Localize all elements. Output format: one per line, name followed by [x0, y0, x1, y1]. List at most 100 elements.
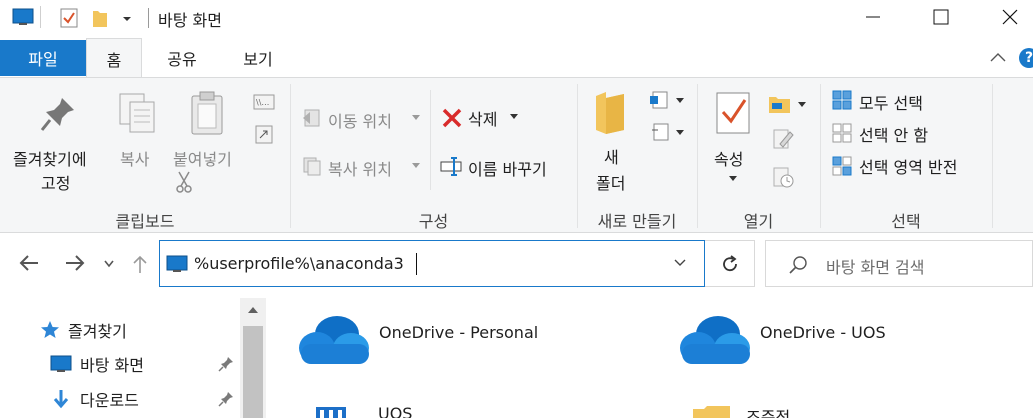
move-to-button[interactable]: 이동 위치: [328, 108, 392, 132]
copy-button[interactable]: 복사: [120, 146, 149, 170]
tile-folder[interactable]: 조준적: [692, 400, 790, 418]
delete-icon: [442, 108, 462, 128]
select-none-icon: [832, 123, 852, 143]
rename-button[interactable]: 이름 바꾸기: [468, 156, 547, 180]
pin-icon[interactable]: [218, 391, 234, 407]
building-icon: [316, 406, 346, 418]
svg-text:\\…: \\…: [256, 98, 269, 107]
copy-to-button[interactable]: 복사 위치: [328, 156, 392, 180]
search-icon: [789, 256, 807, 274]
chevron-down-icon: [412, 115, 420, 120]
chevron-down-icon: [798, 102, 806, 107]
select-all-button[interactable]: 모두 선택: [859, 90, 923, 114]
close-icon: [1002, 9, 1018, 25]
paste-shortcut-icon[interactable]: [255, 124, 273, 144]
nav-item-label: 즐겨찾기: [68, 322, 127, 341]
back-icon[interactable]: [18, 254, 40, 272]
minimize-icon: [866, 16, 880, 18]
star-icon: [41, 321, 59, 338]
folder-icon: [693, 406, 730, 418]
group-label-clipboard: 클립보드: [115, 212, 175, 231]
delete-button[interactable]: 삭제: [468, 106, 497, 130]
new-folder-label1[interactable]: 새: [604, 144, 619, 168]
pin-to-quick-access-label2[interactable]: 고정: [41, 170, 70, 194]
rename-icon: [440, 157, 462, 176]
scroll-thumb[interactable]: [243, 326, 263, 418]
search-input[interactable]: 바탕 화면 검색: [826, 254, 925, 278]
tile-label: 조준적: [746, 408, 791, 418]
nav-item-label: 바탕 화면: [80, 356, 144, 375]
desktop-icon: [166, 255, 188, 272]
collapse-ribbon-icon[interactable]: [990, 52, 1006, 62]
forward-icon[interactable]: [64, 254, 86, 272]
open-icon[interactable]: [768, 94, 794, 114]
nav-item-label: 다운로드: [80, 391, 139, 410]
ribbon-tabs: 파일 홈 공유 보기 ?: [0, 38, 1033, 78]
new-folder-icon: [596, 92, 624, 134]
minimize-button[interactable]: [850, 0, 896, 34]
help-icon[interactable]: ?: [1019, 48, 1033, 68]
tile-onedrive-uos[interactable]: OneDrive - UOS: [678, 314, 886, 368]
maximize-icon: [933, 9, 949, 25]
properties-icon: [716, 92, 750, 134]
nav-scrollbar[interactable]: [240, 298, 266, 418]
address-dropdown-icon[interactable]: [674, 259, 686, 267]
pin-icon: [40, 98, 74, 131]
refresh-button[interactable]: [705, 240, 755, 287]
properties-quick-icon[interactable]: [60, 8, 78, 28]
tile-uos[interactable]: UOS: [314, 400, 412, 418]
pin-to-quick-access-label1[interactable]: 즐겨찾기에: [13, 146, 87, 170]
chevron-down-icon: [676, 98, 684, 103]
chevron-down-icon[interactable]: [122, 14, 132, 24]
pin-icon[interactable]: [218, 356, 234, 372]
maximize-button[interactable]: [918, 0, 964, 34]
tab-file[interactable]: 파일: [0, 40, 86, 76]
edit-icon[interactable]: [772, 128, 794, 150]
address-bar[interactable]: %userprofile%\anaconda3: [159, 240, 705, 287]
recent-locations-icon[interactable]: [104, 260, 114, 268]
refresh-icon: [722, 254, 737, 271]
up-icon[interactable]: [132, 254, 148, 274]
tab-home[interactable]: 홈: [86, 38, 142, 78]
invert-selection-button[interactable]: 선택 영역 반전: [859, 154, 958, 178]
nav-item-quick-access[interactable]: 즐겨찾기: [40, 318, 127, 342]
close-button[interactable]: [987, 0, 1033, 34]
navigation-pane: 즐겨찾기 바탕 화면 다운로드: [0, 298, 266, 418]
group-label-new: 새로 만들기: [597, 212, 677, 231]
select-none-button[interactable]: 선택 안 함: [859, 122, 928, 146]
copy-path-icon[interactable]: \\…: [253, 94, 275, 110]
title-bar: 바탕 화면: [0, 0, 1033, 36]
cloud-icon: [680, 316, 750, 364]
copy-to-icon: [303, 157, 321, 176]
window-title: 바탕 화면: [158, 11, 222, 30]
chevron-down-icon: [676, 130, 684, 135]
paste-icon: [191, 91, 223, 135]
easy-access-icon[interactable]: [650, 122, 672, 142]
ribbon: 즐겨찾기에 고정 복사 붙여넣기 \\… 클립보드 이동 위치 복사 위치 삭제…: [0, 77, 1033, 233]
nav-item-desktop[interactable]: 바탕 화면: [50, 352, 144, 376]
group-label-select: 선택: [891, 212, 921, 231]
copy-icon: [119, 93, 155, 133]
chevron-down-icon: [412, 163, 420, 168]
history-icon[interactable]: [772, 166, 794, 188]
tile-label: OneDrive - UOS: [760, 322, 886, 342]
chevron-down-icon: [510, 114, 518, 119]
new-folder-label2[interactable]: 폴더: [596, 170, 625, 194]
group-label-organize: 구성: [418, 212, 449, 231]
cloud-icon: [299, 316, 369, 364]
address-input[interactable]: %userprofile%\anaconda3: [194, 254, 404, 273]
tile-label: UOS: [378, 404, 413, 418]
tile-onedrive-personal[interactable]: OneDrive - Personal: [297, 314, 538, 368]
paste-button[interactable]: 붙여넣기: [173, 146, 232, 170]
search-box[interactable]: 바탕 화면 검색: [765, 240, 1033, 287]
desktop-icon: [12, 8, 34, 25]
tab-view[interactable]: 보기: [222, 38, 294, 78]
cut-icon[interactable]: [175, 170, 193, 194]
tile-label: OneDrive - Personal: [379, 322, 539, 342]
nav-item-downloads[interactable]: 다운로드: [52, 387, 139, 411]
properties-button[interactable]: 속성: [714, 146, 743, 170]
new-folder-quick-icon[interactable]: [92, 8, 108, 28]
new-item-icon[interactable]: [650, 90, 672, 110]
tab-share[interactable]: 공유: [150, 38, 214, 78]
scroll-up-icon[interactable]: [248, 306, 258, 314]
